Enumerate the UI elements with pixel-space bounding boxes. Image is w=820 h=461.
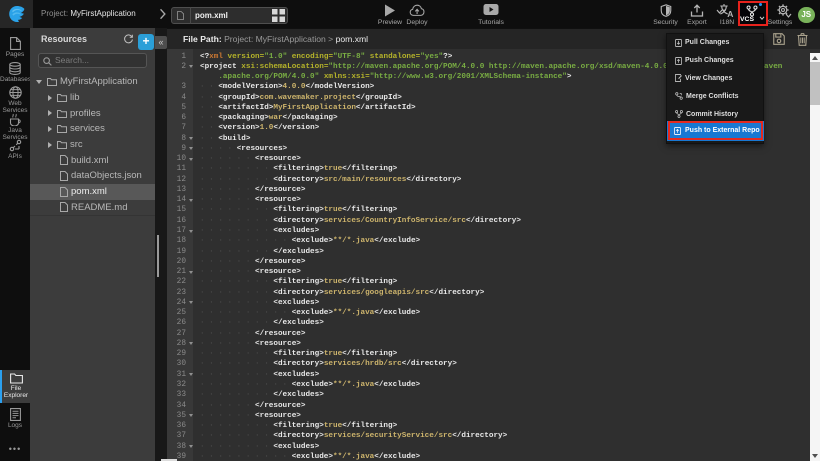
svg-text:A: A: [727, 9, 733, 17]
